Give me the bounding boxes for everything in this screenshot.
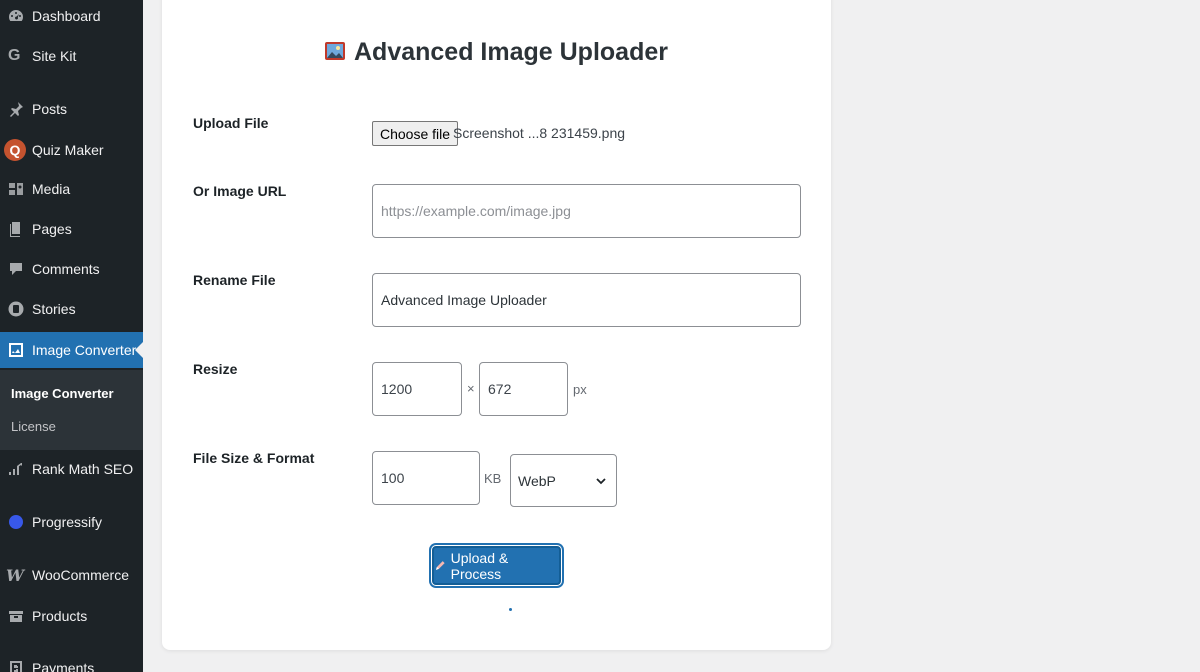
width-input[interactable]: 1200	[372, 362, 462, 416]
sidebar-item-label: Image Converter	[32, 342, 137, 358]
sidebar-item-label: Dashboard	[32, 8, 101, 24]
media-icon	[8, 181, 24, 197]
choose-file-button[interactable]: Choose file	[372, 121, 459, 146]
rank-math-icon	[8, 461, 24, 477]
upload-process-label: Upload & Process	[450, 549, 509, 582]
sidebar-item-label: WooCommerce	[32, 567, 129, 583]
sidebar-item-rank-math-seo[interactable]: Rank Math SEO	[0, 451, 143, 487]
selected-file-name: Screenshot ...8 231459.png	[453, 125, 626, 141]
sidebar-item-label: Rank Math SEO	[32, 461, 134, 477]
sidebar-item-label: Comments	[32, 261, 100, 277]
sidebar-item-image-converter[interactable]: Image Converter	[0, 332, 143, 368]
upload-file-label: Upload File	[193, 115, 269, 131]
format-select[interactable]: WebP	[510, 454, 617, 507]
sidebar-item-label: Posts	[32, 101, 68, 117]
stories-icon	[8, 301, 24, 317]
chevron-down-icon	[596, 478, 606, 485]
products-icon	[8, 608, 24, 624]
image-url-input[interactable]: https://example.com/image.jpg	[372, 184, 801, 238]
sidebar-item-comments[interactable]: Comments	[0, 251, 143, 287]
sidebar-item-payments[interactable]: Payments	[0, 650, 143, 672]
google-g-icon: G	[8, 47, 21, 64]
sidebar-item-woocommerce[interactable]: W WooCommerce	[0, 557, 143, 593]
uploader-card: Advanced Image Uploader Upload File Choo…	[162, 0, 831, 650]
sidebar-item-label: Site Kit	[32, 48, 77, 64]
file-size-format-label: File Size & Format	[193, 450, 315, 466]
sidebar-item-label: Progressify	[32, 514, 103, 530]
page-title-wrap: Advanced Image Uploader	[162, 38, 831, 67]
progressify-icon	[9, 515, 23, 529]
sidebar-item-label: Pages	[32, 221, 72, 237]
image-converter-submenu: Image Converter License	[0, 370, 143, 450]
sidebar-item-label: Payments	[32, 660, 95, 672]
image-converter-icon	[8, 342, 24, 358]
quiz-maker-icon: Q	[4, 139, 26, 161]
px-unit: px	[573, 382, 587, 397]
sidebar-item-posts[interactable]: Posts	[0, 91, 143, 127]
pin-icon	[8, 101, 24, 117]
sidebar-item-media[interactable]: Media	[0, 171, 143, 207]
file-size-input[interactable]: 100	[372, 451, 480, 505]
sidebar-item-stories[interactable]: Stories	[0, 291, 143, 327]
sidebar-item-label: Quiz Maker	[32, 142, 104, 158]
sidebar-item-pages[interactable]: Pages	[0, 211, 143, 247]
sidebar-item-dashboard[interactable]: Dashboard	[0, 0, 143, 34]
upload-process-button[interactable]: Upload & Process	[432, 546, 561, 585]
submenu-item-image-converter[interactable]: Image Converter	[11, 386, 114, 401]
image-url-label: Or Image URL	[193, 183, 287, 199]
height-input[interactable]: 672	[479, 362, 568, 416]
rename-file-input[interactable]: Advanced Image Uploader	[372, 273, 801, 327]
comments-icon	[8, 261, 24, 277]
page-title: Advanced Image Uploader	[354, 38, 668, 66]
sidebar-item-label: Stories	[32, 301, 76, 317]
resize-label: Resize	[193, 361, 238, 377]
sidebar-item-label: Products	[32, 608, 88, 624]
image-icon	[325, 41, 345, 60]
woocommerce-icon: W	[6, 565, 24, 585]
rename-file-label: Rename File	[193, 272, 276, 288]
format-select-value: WebP	[518, 472, 556, 489]
kb-unit: KB	[484, 471, 502, 486]
times-sign: ×	[467, 381, 475, 396]
submenu-item-license[interactable]: License	[11, 419, 56, 434]
sidebar-item-progressify[interactable]: Progressify	[0, 504, 143, 540]
payments-icon	[8, 660, 24, 672]
sidebar-item-label: Media	[32, 181, 71, 197]
loading-indicator	[509, 608, 512, 611]
pages-icon	[8, 221, 24, 237]
pencil-icon	[435, 560, 445, 570]
sidebar-item-products[interactable]: Products	[0, 598, 143, 634]
dashboard-icon	[8, 8, 24, 24]
sidebar-item-quiz-maker[interactable]: Q Quiz Maker	[0, 132, 143, 168]
sidebar-item-site-kit[interactable]: G Site Kit	[0, 38, 143, 74]
admin-sidebar: Dashboard G Site Kit Posts Q Quiz Maker …	[0, 0, 143, 672]
